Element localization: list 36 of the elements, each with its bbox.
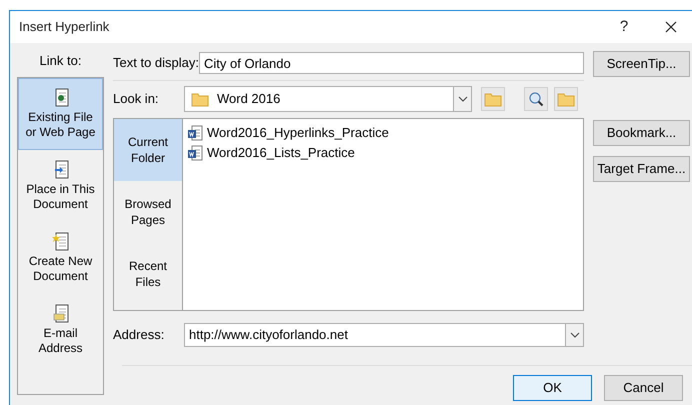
address-value: http://www.cityoforlando.net — [188, 326, 349, 344]
link-type-item[interactable]: Existing File or Web Page — [18, 78, 103, 150]
document-icon — [52, 232, 70, 252]
view-tab[interactable]: Recent Files — [114, 243, 182, 305]
address-label: Address: — [113, 326, 166, 344]
folder-icon — [557, 91, 575, 107]
link-type-item[interactable]: Create New Document — [18, 222, 103, 294]
link-to-label: Link to: — [40, 52, 82, 70]
view-tab[interactable]: Current Folder — [114, 119, 182, 181]
screentip-button[interactable]: ScreenTip... — [593, 51, 690, 77]
document-icon — [52, 304, 70, 324]
word-document-icon — [187, 145, 203, 161]
bookmark-button[interactable]: Bookmark... — [593, 120, 690, 146]
link-type-item[interactable]: E-mail Address — [18, 294, 103, 366]
address-field[interactable]: http://www.cityoforlando.net — [184, 323, 584, 347]
view-tab[interactable]: Browsed Pages — [114, 181, 182, 243]
file-item[interactable]: Word2016_Hyperlinks_Practice — [187, 123, 579, 143]
link-type-item[interactable]: Place in This Document — [18, 150, 103, 222]
help-button[interactable]: ? — [610, 16, 638, 38]
cancel-button[interactable]: Cancel — [604, 375, 683, 401]
text-to-display-label: Text to display: — [113, 54, 199, 72]
window-title: Insert Hyperlink — [19, 18, 110, 36]
up-folder-icon — [484, 91, 502, 107]
word-document-icon — [187, 125, 203, 141]
chevron-down-icon — [570, 332, 580, 338]
browse-web-button[interactable] — [524, 87, 548, 111]
close-icon — [665, 21, 677, 33]
file-item[interactable]: Word2016_Lists_Practice — [187, 143, 579, 163]
target-frame-button[interactable]: Target Frame... — [593, 156, 690, 182]
folder-icon — [191, 91, 209, 107]
chevron-down-icon — [458, 96, 468, 102]
look-in-dropdown[interactable]: Word 2016 — [184, 86, 472, 112]
ok-button[interactable]: OK — [513, 375, 592, 401]
look-in-label: Look in: — [113, 90, 160, 108]
text-to-display-field[interactable]: City of Orlando — [199, 52, 584, 74]
look-in-value: Word 2016 — [217, 90, 282, 108]
